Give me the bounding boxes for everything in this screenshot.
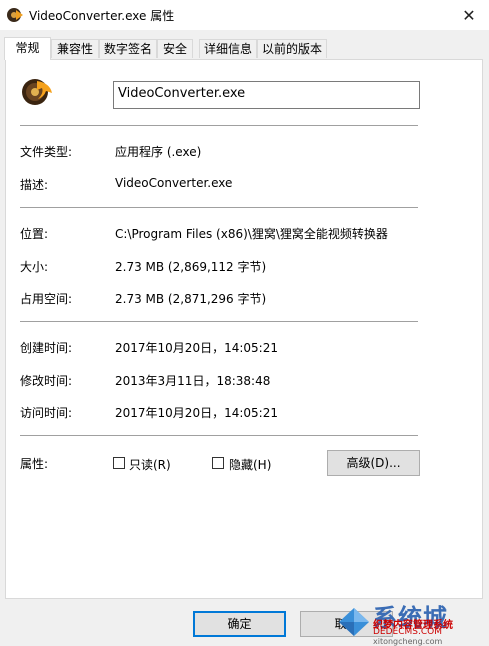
description-value: VideoConverter.exe (115, 176, 233, 190)
title-bar: VideoConverter.exe 属性 ✕ (0, 0, 489, 30)
watermark: 系统城 织梦内容管理系统 DEDECMS.COM xitongcheng.com (335, 596, 485, 646)
window-title: VideoConverter.exe 属性 (29, 9, 175, 23)
accessed-label: 访问时间: (20, 406, 73, 420)
watermark-url: xitongcheng.com (373, 637, 443, 646)
file-type-value: 应用程序 (.exe) (115, 145, 202, 159)
location-label: 位置: (20, 227, 49, 241)
separator (20, 435, 418, 436)
size-value: 2.73 MB (2,869,112 字节) (115, 260, 267, 274)
general-panel (5, 59, 483, 599)
app-icon (6, 6, 24, 24)
watermark-domain: DEDECMS.COM (373, 627, 442, 637)
tab-compatibility[interactable]: 兼容性 (51, 39, 99, 58)
size-on-disk-label: 占用空间: (20, 292, 73, 306)
separator (20, 321, 418, 322)
hidden-checkbox[interactable] (212, 457, 224, 469)
filename-field[interactable]: VideoConverter.exe (113, 81, 420, 109)
ok-button[interactable]: 确定 (193, 611, 286, 637)
accessed-value: 2017年10月20日，14:05:21 (115, 406, 278, 420)
size-on-disk-value: 2.73 MB (2,871,296 字节) (115, 292, 267, 306)
watermark-logo-icon (337, 604, 371, 641)
location-value: C:\Program Files (x86)\狸窝\狸窝全能视频转换器 (115, 227, 388, 241)
advanced-button[interactable]: 高级(D)... (327, 450, 420, 476)
tab-security[interactable]: 安全 (157, 39, 193, 58)
tab-previous-versions[interactable]: 以前的版本 (257, 39, 327, 58)
hidden-label[interactable]: 隐藏(H) (229, 456, 271, 473)
close-icon: ✕ (462, 5, 476, 25)
attributes-label: 属性: (20, 457, 49, 471)
tab-general[interactable]: 常规 (4, 37, 51, 60)
readonly-checkbox[interactable] (113, 457, 125, 469)
separator (20, 125, 418, 126)
tab-details[interactable]: 详细信息 (199, 39, 257, 58)
tab-digital-signatures[interactable]: 数字签名 (99, 39, 157, 58)
modified-label: 修改时间: (20, 374, 73, 388)
file-type-label: 文件类型: (20, 145, 73, 159)
file-icon (20, 75, 54, 107)
created-label: 创建时间: (20, 341, 73, 355)
close-button[interactable]: ✕ (449, 0, 489, 30)
created-value: 2017年10月20日，14:05:21 (115, 341, 278, 355)
description-label: 描述: (20, 178, 49, 192)
size-label: 大小: (20, 260, 49, 274)
modified-value: 2013年3月11日，18:38:48 (115, 374, 271, 388)
readonly-label[interactable]: 只读(R) (129, 456, 171, 473)
separator (20, 207, 418, 208)
